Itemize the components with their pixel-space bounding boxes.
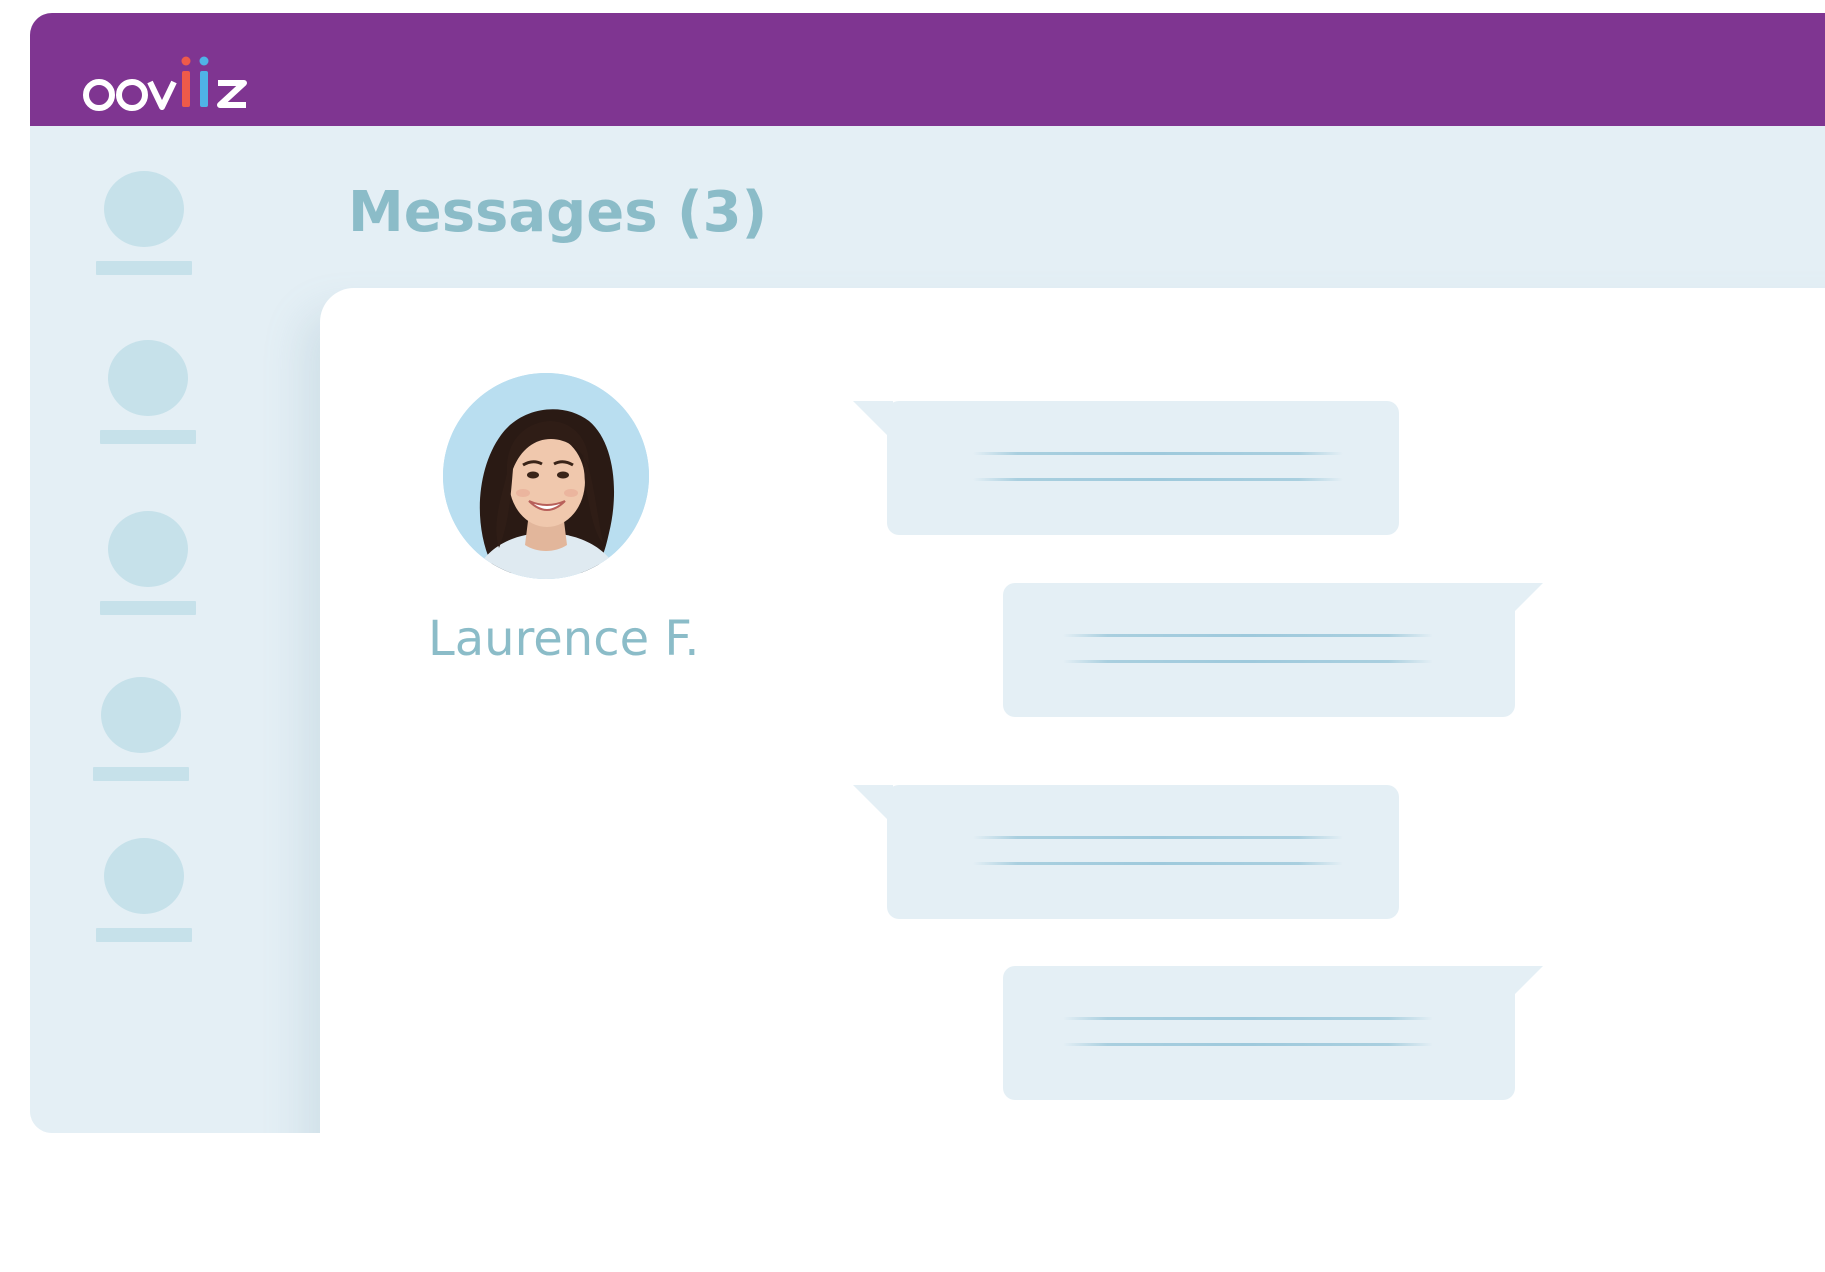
text-line-placeholder xyxy=(1063,660,1433,663)
bubble-body xyxy=(887,401,1399,535)
text-line-placeholder xyxy=(973,862,1343,865)
text-line-placeholder xyxy=(1063,634,1433,637)
message-bubble-outgoing[interactable] xyxy=(1003,583,1543,721)
logo-mark xyxy=(83,56,247,111)
woman-portrait-avatar[interactable] xyxy=(443,373,649,579)
sidebar-item-2[interactable] xyxy=(100,340,196,450)
sidebar-item-label-placeholder xyxy=(96,928,192,942)
sidebar xyxy=(30,126,290,1133)
placeholder-circle-icon xyxy=(104,171,184,247)
text-line-placeholder xyxy=(1063,1043,1433,1046)
text-line-placeholder xyxy=(973,836,1343,839)
text-line-placeholder xyxy=(973,452,1343,455)
sidebar-item-label-placeholder xyxy=(100,601,196,615)
placeholder-circle-icon xyxy=(104,838,184,914)
message-bubble-outgoing[interactable] xyxy=(1003,966,1543,1104)
bubble-body xyxy=(887,785,1399,919)
message-bubble-incoming[interactable] xyxy=(853,401,1399,539)
sidebar-item-5[interactable] xyxy=(96,838,192,948)
bubble-body xyxy=(1003,583,1515,717)
message-bubble-incoming[interactable] xyxy=(853,785,1399,923)
sidebar-item-1[interactable] xyxy=(96,171,192,281)
page-title: Messages (3) xyxy=(348,180,768,245)
avatar-illustration xyxy=(443,373,649,579)
ooviiz-logo[interactable] xyxy=(82,49,272,119)
app-window: Messages (3) Laurence F. xyxy=(30,13,1825,1133)
contact-name: Laurence F. xyxy=(428,611,700,667)
conversation-panel: Laurence F. xyxy=(320,288,1825,1133)
sidebar-item-4[interactable] xyxy=(93,677,189,787)
top-bar xyxy=(30,13,1825,126)
text-line-placeholder xyxy=(1063,1017,1433,1020)
placeholder-circle-icon xyxy=(108,511,188,587)
text-line-placeholder xyxy=(973,478,1343,481)
sidebar-item-label-placeholder xyxy=(100,430,196,444)
sidebar-item-label-placeholder xyxy=(93,767,189,781)
bubble-body xyxy=(1003,966,1515,1100)
placeholder-circle-icon xyxy=(101,677,181,753)
placeholder-circle-icon xyxy=(108,340,188,416)
sidebar-item-3[interactable] xyxy=(100,511,196,621)
sidebar-item-label-placeholder xyxy=(96,261,192,275)
